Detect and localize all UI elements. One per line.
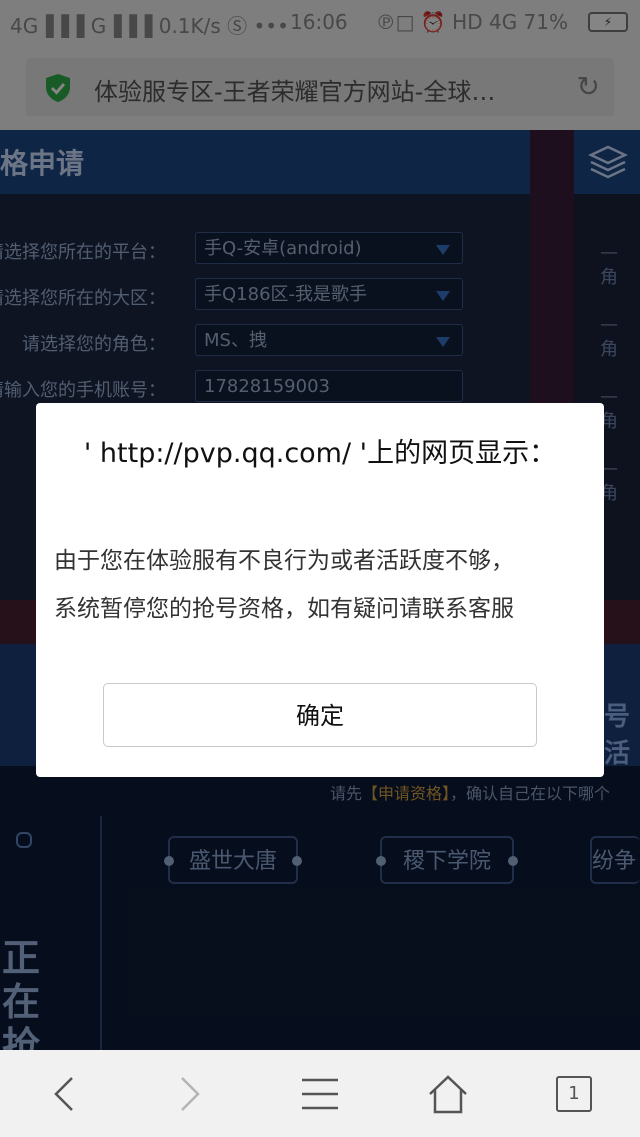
dialog-message: 由于您在体验服有不良行为或者活跃度不够， 系统暂停您的抢号资格，如有疑问请联系客… (54, 537, 594, 633)
tabs-button[interactable]: 1 (556, 1076, 592, 1112)
back-icon[interactable] (44, 1072, 88, 1116)
alert-dialog: ' http://pvp.qq.com/ '上的网页显示： 由于您在体验服有不良… (36, 403, 604, 777)
forward-icon[interactable] (166, 1072, 210, 1116)
ok-button[interactable]: 确定 (103, 683, 537, 747)
dialog-message-line2: 系统暂停您的抢号资格，如有疑问请联系客服 (54, 596, 514, 622)
home-icon[interactable] (426, 1072, 470, 1116)
browser-bottom-bar: 1 (0, 1050, 640, 1137)
dialog-title: ' http://pvp.qq.com/ '上的网页显示： (83, 438, 557, 469)
tabs-count: 1 (568, 1083, 580, 1104)
dialog-message-line1: 由于您在体验服有不良行为或者活跃度不够， (54, 548, 514, 574)
menu-icon[interactable] (298, 1072, 342, 1116)
